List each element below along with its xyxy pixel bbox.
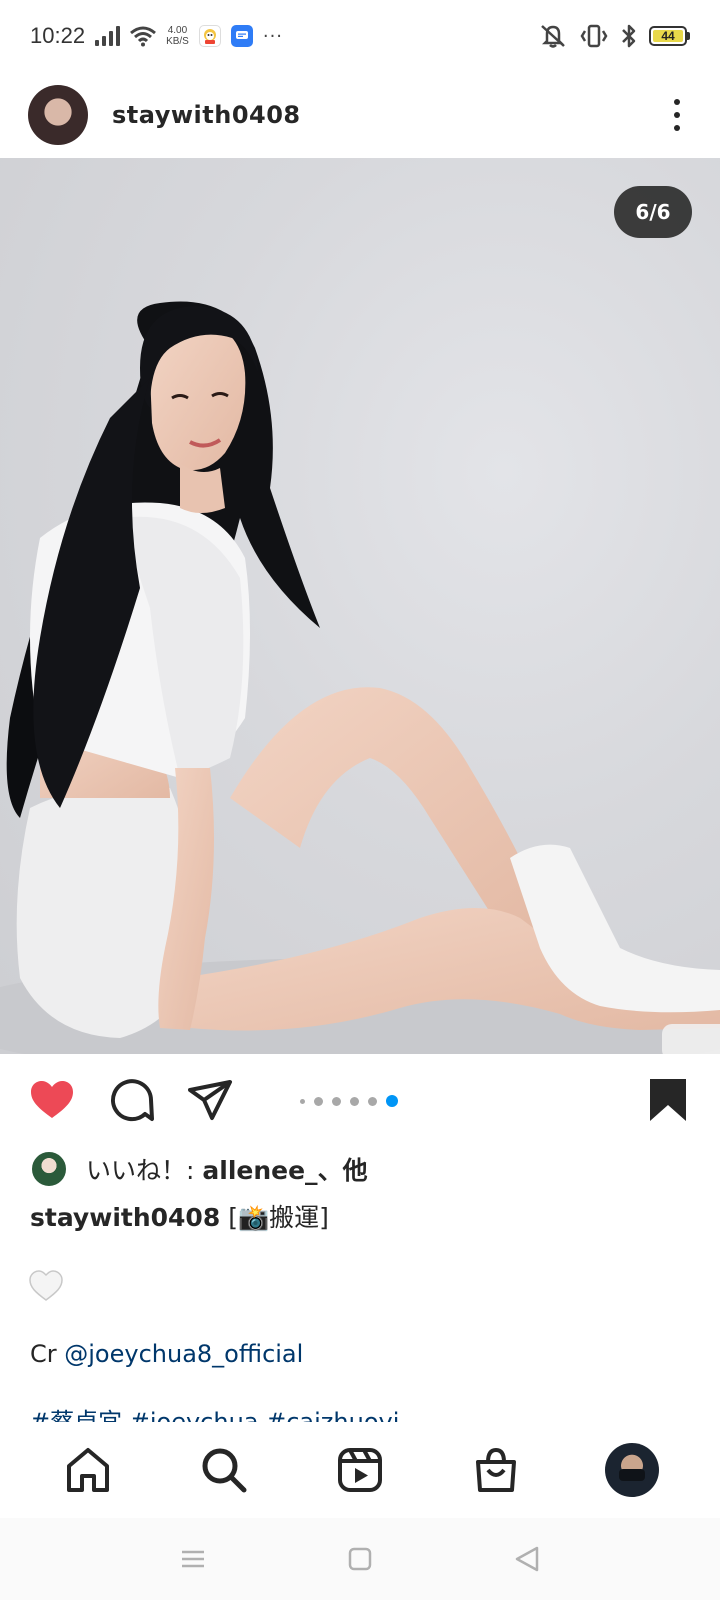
share-icon[interactable] [186, 1076, 234, 1124]
credit-mention-link[interactable]: @joeychua8_official [64, 1340, 303, 1368]
post-header: staywith0408 [0, 72, 720, 158]
carousel-dot [332, 1096, 341, 1106]
status-bar: 10:22 4.00 KB/S ··· 44 [0, 0, 720, 72]
more-notifications-indicator: ··· [262, 25, 284, 47]
comment-icon[interactable] [108, 1076, 156, 1124]
status-right: 44 [539, 23, 690, 49]
message-app-icon [230, 25, 253, 47]
bottom-navigation [0, 1422, 720, 1518]
liker-avatar[interactable] [30, 1150, 68, 1188]
menu-icon[interactable] [179, 1547, 207, 1571]
carousel-dot [350, 1096, 359, 1106]
carousel-dot [314, 1096, 323, 1106]
status-time: 10:22 [30, 23, 86, 48]
reels-icon [338, 1448, 382, 1492]
battery-level: 44 [653, 29, 683, 43]
author-avatar[interactable] [28, 85, 88, 145]
back-icon[interactable] [513, 1545, 541, 1573]
post-image[interactable]: 6/6 [0, 158, 720, 1054]
credit-line: Cr @joeychua8_official [30, 1340, 303, 1368]
caption-text: [📸搬運] [228, 1203, 329, 1232]
notification-app-icon [198, 25, 221, 47]
carousel-dot [368, 1096, 377, 1106]
likes-suffix[interactable]: 、他 [318, 1156, 368, 1185]
status-left: 10:22 4.00 KB/S ··· [30, 23, 283, 49]
likes-text[interactable]: いいね！: allenee_、他 [86, 1151, 368, 1187]
hashtags[interactable]: #蔡卓宜 #joeychua #caizhuoyi [30, 1408, 399, 1422]
likes-row: いいね！: allenee_、他 [30, 1150, 368, 1188]
carousel-indicator [300, 1095, 398, 1107]
nav-shop[interactable] [468, 1442, 524, 1498]
vibrate-icon [580, 24, 608, 48]
wifi-icon [130, 26, 157, 47]
nav-home[interactable] [60, 1442, 116, 1498]
like-heart-icon[interactable] [28, 1076, 76, 1124]
carousel-dot-active [386, 1095, 398, 1107]
network-speed-unit: KB/S [166, 36, 189, 47]
carousel-dot [300, 1098, 305, 1104]
battery-icon: 44 [649, 26, 690, 46]
image-counter: 6/6 [614, 186, 692, 238]
home-icon [67, 1448, 109, 1492]
profile-avatar [605, 1443, 659, 1497]
credit-prefix: Cr [30, 1340, 65, 1368]
nav-reels[interactable] [332, 1442, 388, 1498]
nav-search[interactable] [196, 1442, 252, 1498]
more-options-button[interactable] [662, 95, 692, 135]
home-square-icon[interactable] [347, 1546, 373, 1572]
search-icon [202, 1448, 247, 1493]
saved-bookmark-icon[interactable] [644, 1076, 692, 1124]
post-actions [0, 1054, 720, 1144]
author-username[interactable]: staywith0408 [112, 101, 301, 129]
post-caption: staywith0408 [📸搬運] [30, 1198, 329, 1234]
system-navigation-bar [0, 1518, 720, 1600]
white-heart-emoji-icon [29, 1270, 63, 1301]
network-speed: 4.00 KB/S [166, 25, 189, 47]
caption-username[interactable]: staywith0408 [30, 1203, 220, 1232]
shop-bag-icon [476, 1447, 516, 1492]
network-speed-value: 4.00 [167, 25, 188, 36]
mute-icon [541, 25, 565, 48]
signal-icon [95, 26, 121, 46]
likes-user[interactable]: allenee_ [202, 1156, 317, 1185]
nav-profile[interactable] [604, 1442, 660, 1498]
portrait-illustration [0, 301, 720, 1054]
bluetooth-icon [622, 24, 636, 48]
likes-prefix: いいね！: [86, 1156, 203, 1185]
